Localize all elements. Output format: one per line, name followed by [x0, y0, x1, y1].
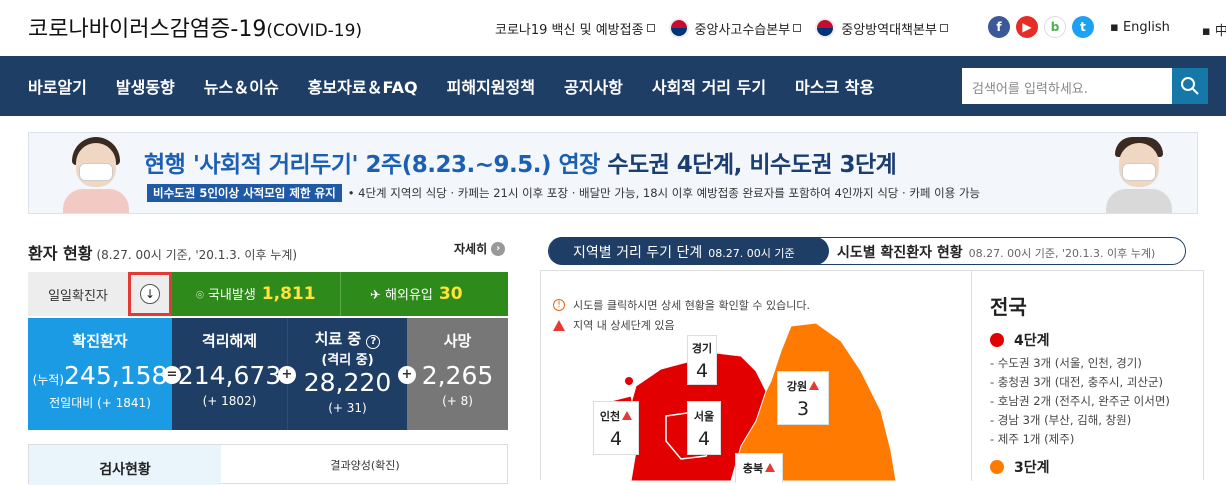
warning-triangle-icon — [809, 381, 820, 390]
level3-heading: 3단계 — [990, 457, 1205, 477]
nav-item-support[interactable]: 피해지원정책 — [447, 74, 535, 98]
tab-distancing-level[interactable]: 지역별 거리 두기 단계 08.27. 00시 기준 — [549, 237, 829, 265]
social-links: f ▶ b t — [988, 16, 1100, 38]
twitter-icon[interactable]: t — [1072, 16, 1094, 38]
test-label: 검사현황 — [29, 445, 221, 485]
blog-icon[interactable]: b — [1044, 16, 1066, 38]
warning-triangle-icon — [622, 411, 633, 420]
overseas-cases: ✈ 해외유입 30 — [370, 284, 463, 304]
equals-icon: = — [163, 366, 181, 384]
chevron-right-icon: › — [491, 241, 506, 256]
red-dot-icon — [990, 333, 1004, 347]
banner-man-image — [1104, 133, 1174, 213]
national-level-panel: 전국 4단계 - 수도권 3개 (서울, 인천, 경기) - 충청권 3개 (대… — [971, 271, 1205, 481]
warning-triangle-icon — [765, 463, 776, 472]
language-menu: ▪ English ▪ 中文 — [1110, 20, 1226, 39]
nav-item-distancing[interactable]: 사회적 거리 두기 — [652, 74, 766, 98]
map-info-click: ! 시도를 클릭하시면 상세 현황을 확인할 수 있습니다. — [553, 297, 810, 313]
info-icon: ! — [553, 299, 565, 311]
facebook-icon[interactable]: f — [988, 16, 1010, 38]
cdscheq-link[interactable]: 중앙사고수습본부 — [668, 18, 802, 38]
tab-regional-cases[interactable]: 시도별 확진환자 현황 08.27. 00시 기준, '20.1.3. 이후 누계… — [837, 242, 1155, 262]
top-links: 코로나19 백신 및 예방접종 중앙사고수습본부 중앙방역대책본부 — [495, 18, 962, 38]
location-pin-icon: ⌾ — [196, 288, 208, 303]
external-link-icon — [793, 24, 802, 32]
map-tabs: 지역별 거리 두기 단계 08.27. 00시 기준 시도별 확진환자 현황 08.… — [548, 237, 1186, 265]
youtube-icon[interactable]: ▶ — [1016, 16, 1038, 38]
daily-label: 일일확진자 — [28, 272, 128, 316]
map-info-detail: 지역 내 상세단계 있음 — [553, 317, 675, 333]
more-link[interactable]: 자세히 › — [454, 240, 506, 257]
cdsc-link[interactable]: 중앙방역대책본부 — [815, 18, 948, 38]
released-stat: 격리해제 214,673 (+ 1802) — [172, 318, 287, 430]
orange-dot-icon — [990, 460, 1004, 474]
search-icon — [1181, 77, 1199, 95]
nav-item-news[interactable]: 뉴스＆이슈 — [204, 74, 279, 98]
airplane-icon: ✈ — [370, 288, 386, 303]
test-status-panel: 검사현황 결과양성(확진) — [28, 444, 508, 485]
plus-icon: + — [398, 366, 416, 384]
search-button[interactable] — [1172, 68, 1208, 104]
top-header: 코로나바이러스감염증-19(COVID-19) 코로나19 백신 및 예방접종 … — [0, 0, 1226, 56]
region-card-gangwon[interactable]: 강원 3 — [777, 371, 829, 425]
region-card-seoul[interactable]: 서울 4 — [687, 401, 721, 455]
region-card-incheon[interactable]: 인천 4 — [593, 401, 639, 455]
banner-woman-image — [61, 133, 131, 213]
stats-panel: 확진환자 (누적)245,158 전일대비 (+ 1841) 격리해제 214,… — [28, 318, 508, 430]
notice-banner[interactable]: 현행 '사회적 거리두기' 2주(8.23.~9.5.) 연장 수도권 4단계,… — [28, 132, 1198, 214]
death-stat: 사망 2,265 (+ 8) — [407, 318, 508, 430]
level4-heading: 4단계 — [990, 330, 1205, 350]
national-title: 전국 — [990, 295, 1027, 319]
treatment-stat: 치료 중 ? (격리 중) 28,220 (+ 31) — [287, 318, 407, 430]
nav-item-faq[interactable]: 홍보자료＆FAQ — [308, 74, 418, 98]
region-card-chungbuk[interactable]: 충북 — [735, 453, 783, 483]
nav-item-trends[interactable]: 발생동향 — [116, 74, 175, 98]
status-title: 환자 현황 (8.27. 00시 기준, '20.1.3. 이후 누계) — [28, 244, 298, 263]
level4-list: - 수도권 3개 (서울, 인천, 경기) - 충청권 3개 (대전, 충주시,… — [990, 356, 1170, 446]
external-link-icon — [939, 24, 948, 32]
confirmed-stat: 확진환자 (누적)245,158 전일대비 (+ 1841) — [28, 318, 172, 430]
region-card-gyeonggi[interactable]: 경기 4 — [687, 335, 717, 385]
help-icon[interactable]: ? — [366, 335, 381, 349]
nav-item-notice[interactable]: 공지사항 — [564, 74, 623, 98]
plus-icon: + — [278, 366, 296, 384]
lang-english[interactable]: ▪ English — [1110, 20, 1186, 39]
korea-flag-icon — [815, 18, 836, 38]
arrow-down-icon: ↓ — [140, 284, 160, 304]
distancing-map-panel: ! 시도를 클릭하시면 상세 현황을 확인할 수 있습니다. 지역 내 상세단계 … — [540, 270, 1205, 483]
lang-chinese[interactable]: ▪ 中文 — [1202, 20, 1226, 39]
banner-title: 현행 '사회적 거리두기' 2주(8.23.~9.5.) 연장 수도권 4단계,… — [144, 152, 897, 178]
external-link-icon — [646, 24, 655, 32]
korea-flag-icon — [668, 18, 689, 38]
warning-triangle-icon — [553, 319, 565, 331]
search-input[interactable]: 검색어를 입력하세요. — [962, 68, 1172, 104]
nav-item-mask[interactable]: 마스크 착용 — [795, 74, 874, 98]
test-positive-label: 결과양성(확진) — [330, 459, 400, 472]
banner-subtitle: 비수도권 5인이상 사적모임 제한 유지 • 4단계 지역의 식당 · 카페는 2… — [147, 184, 980, 202]
daily-breakdown: ⌾ 국내발생 1,811 ✈ 해외유입 30 — [172, 272, 508, 316]
site-logo[interactable]: 코로나바이러스감염증-19(COVID-19) — [28, 11, 362, 43]
expand-daily-button[interactable]: ↓ — [128, 272, 172, 316]
daily-cases-bar: 일일확진자 ↓ ⌾ 국내발생 1,811 ✈ 해외유입 30 — [28, 272, 508, 316]
domestic-cases: ⌾ 국내발생 1,811 — [196, 284, 316, 304]
vaccine-link[interactable]: 코로나19 백신 및 예방접종 — [495, 19, 655, 38]
nav-item-about[interactable]: 바로알기 — [28, 74, 87, 98]
